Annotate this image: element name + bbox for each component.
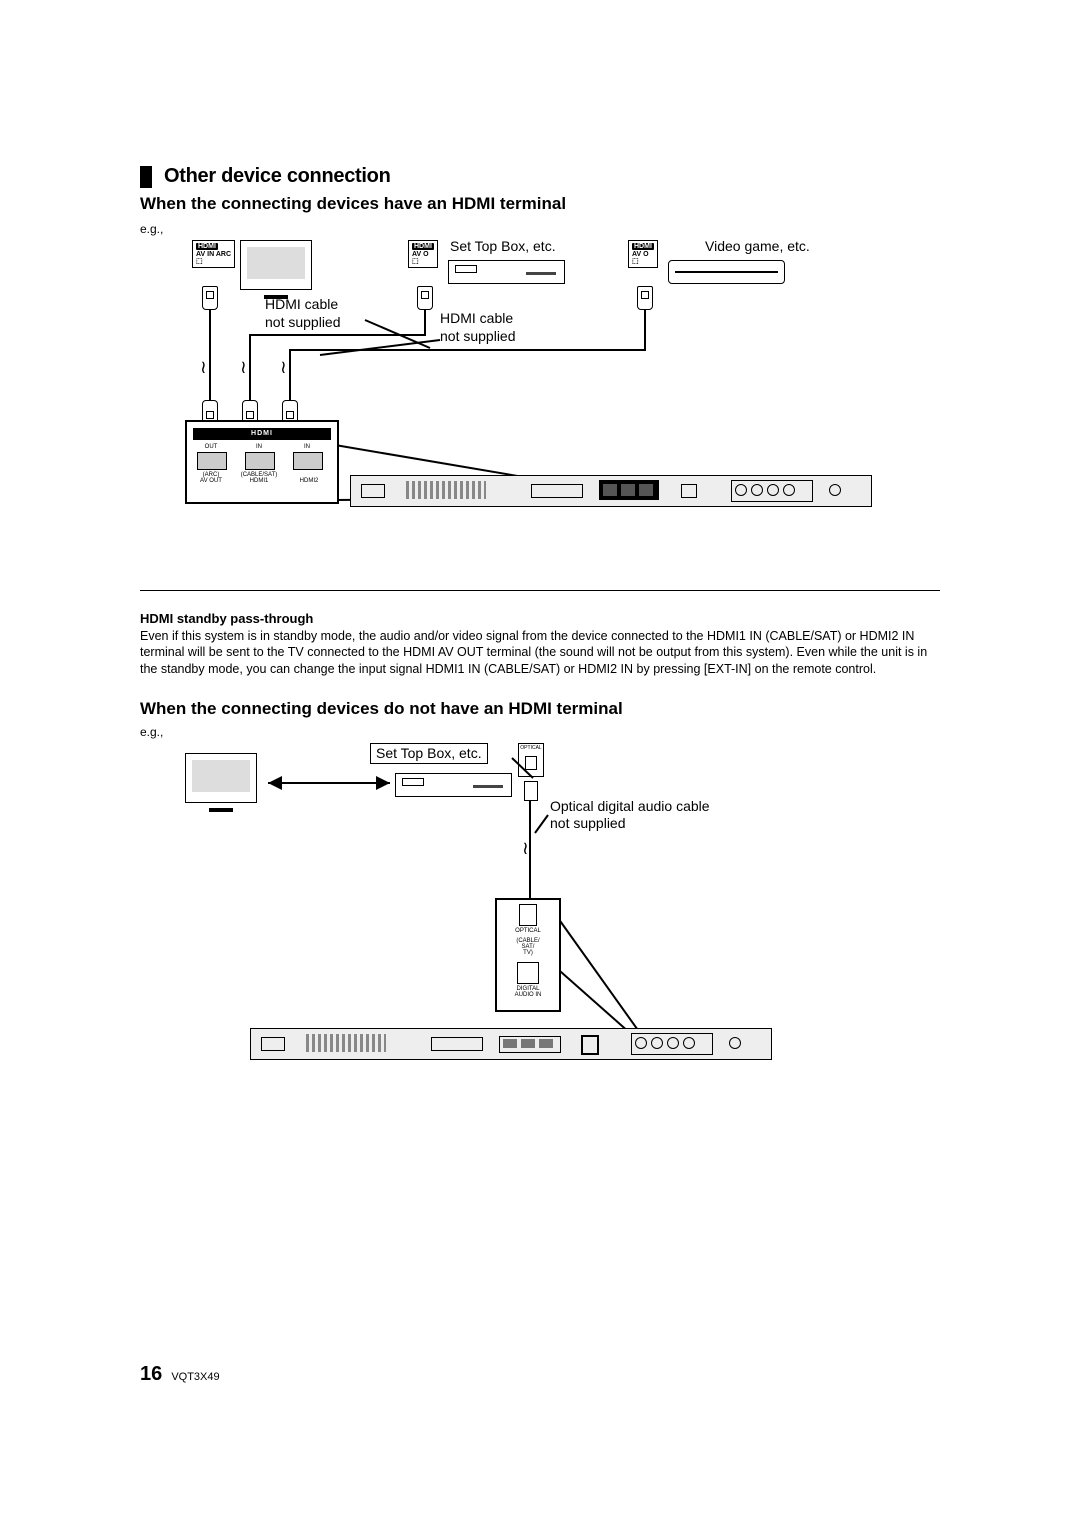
- hdmi-subtitle: When the connecting devices have an HDMI…: [140, 194, 940, 214]
- page-footer: 16 VQT3X49: [140, 1363, 220, 1386]
- optical-port-panel: OPTICAL (CABLE/ SAT/ TV) DIGITAL AUDIO I…: [495, 898, 561, 1012]
- nonhdmi-diagram: Set Top Box, etc. Optical digital audio …: [140, 743, 940, 1103]
- hdmi-word-strip: HDMI: [193, 428, 331, 440]
- nonhdmi-subtitle: When the connecting devices do not have …: [140, 699, 940, 719]
- unit-rear-panel: [350, 475, 872, 507]
- cable-break-icon: ≀: [280, 362, 287, 373]
- passthrough-body: Even if this system is in standby mode, …: [140, 628, 940, 677]
- section-title: Other device connection: [164, 165, 391, 188]
- cable-break-icon: ≀: [522, 843, 529, 854]
- hdmi-port-panel: HDMI OUT IN IN (ARC) AV OUT (CABLE/SAT) …: [185, 420, 339, 504]
- divider: [140, 590, 940, 591]
- section-title-row: Other device connection: [140, 165, 940, 188]
- page-number: 16: [140, 1363, 162, 1385]
- eg-label-2: e.g.,: [140, 725, 940, 739]
- unit-rear-panel: [250, 1028, 772, 1060]
- doc-id: VQT3X49: [171, 1371, 219, 1383]
- cable-break-icon: ≀: [240, 362, 247, 373]
- hdmi-diagram: Set Top Box, etc. Video game, etc. HDMI …: [140, 240, 940, 550]
- cable-break-icon: ≀: [200, 362, 207, 373]
- passthrough-title: HDMI standby pass-through: [140, 611, 940, 626]
- eg-label-1: e.g.,: [140, 222, 940, 236]
- section-accent-bar: [140, 166, 152, 188]
